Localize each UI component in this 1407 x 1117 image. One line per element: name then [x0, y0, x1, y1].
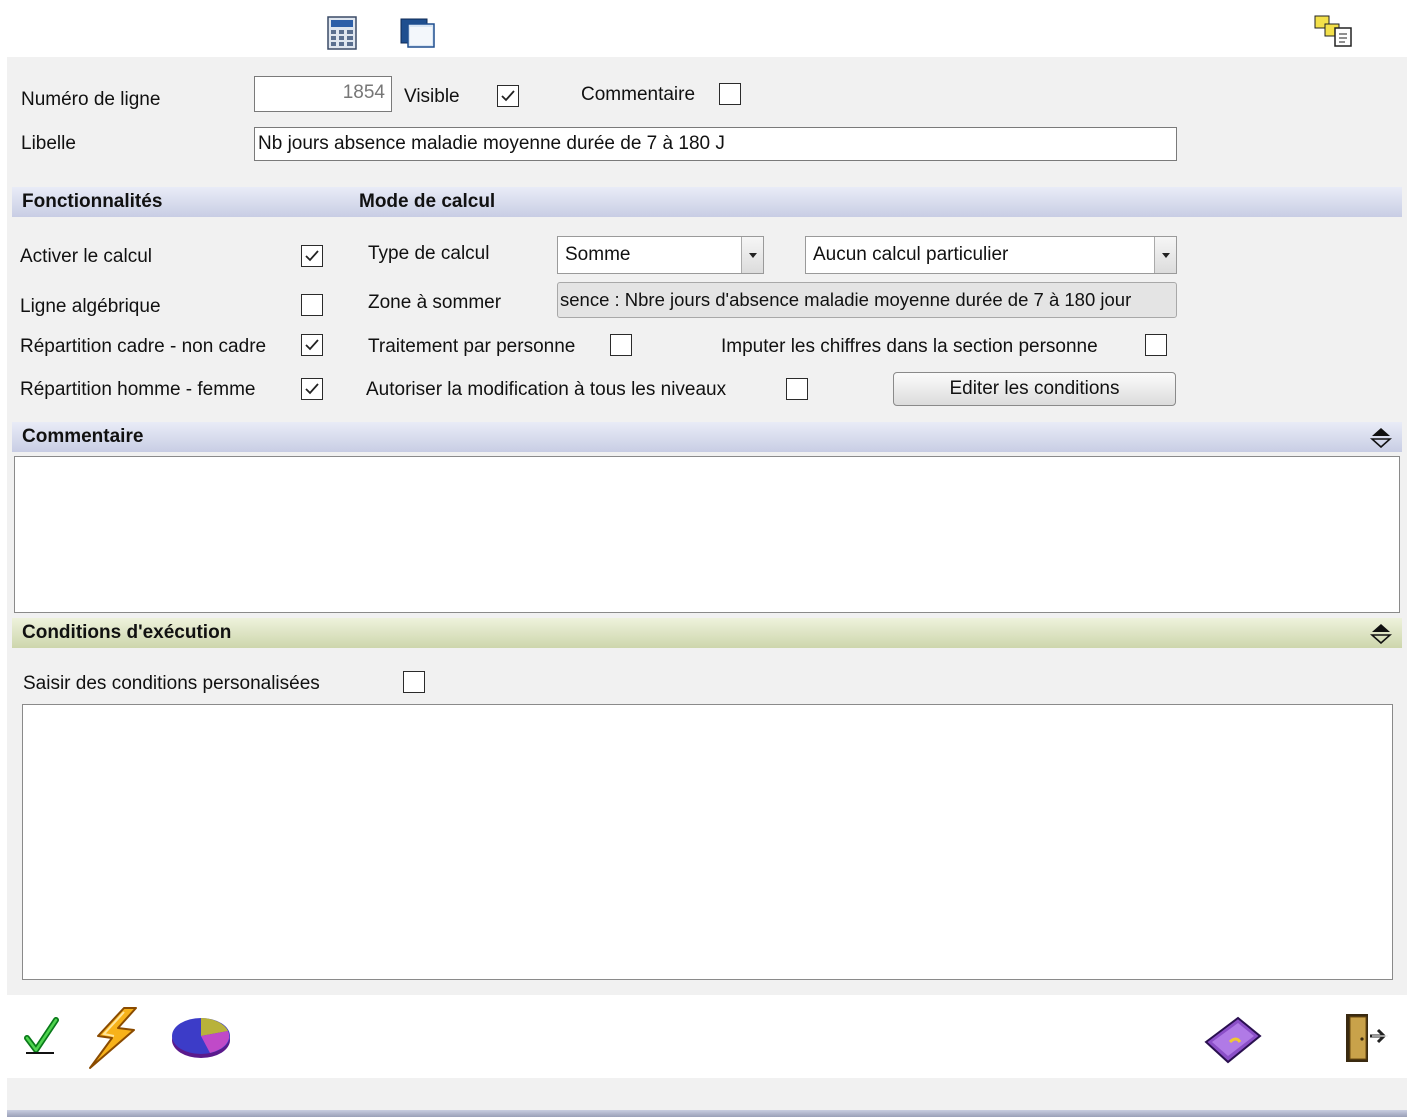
- zone-sommer-label: Zone à sommer: [368, 292, 502, 313]
- validate-check-icon[interactable]: [24, 1016, 60, 1056]
- comment-checkbox[interactable]: [719, 83, 741, 105]
- copy-icon[interactable]: [1313, 14, 1355, 50]
- activer-calcul-checkbox[interactable]: [301, 245, 323, 267]
- repartition-cadre-checkbox[interactable]: [301, 334, 323, 356]
- imputer-label: Imputer les chiffres dans la section per…: [721, 336, 1098, 357]
- line-number-input[interactable]: 1854: [254, 76, 392, 112]
- type-calcul-value: Somme: [565, 244, 631, 265]
- activer-calcul-label: Activer le calcul: [20, 246, 152, 267]
- pie-chart-icon[interactable]: [170, 1016, 232, 1060]
- conditions-header[interactable]: Conditions d'exécution: [12, 618, 1402, 648]
- comment-textarea[interactable]: [14, 456, 1400, 613]
- status-bar-bottom-edge: [7, 1110, 1407, 1117]
- conditions-textarea[interactable]: [22, 704, 1393, 980]
- traitement-label: Traitement par personne: [368, 336, 576, 357]
- comment-title: Commentaire: [22, 426, 144, 447]
- imputer-checkbox[interactable]: [1145, 334, 1167, 356]
- exit-door-icon[interactable]: [1344, 1012, 1392, 1064]
- edit-conditions-button[interactable]: Editer les conditions: [893, 372, 1176, 406]
- ligne-algebrique-label: Ligne algébrique: [20, 296, 161, 317]
- purple-book-icon[interactable]: [1202, 1014, 1264, 1066]
- traitement-checkbox[interactable]: [610, 334, 632, 356]
- collapse-toggle-icon[interactable]: [1369, 622, 1393, 645]
- calculator-icon[interactable]: [325, 16, 359, 50]
- chevron-down-icon[interactable]: [741, 237, 763, 273]
- calc-mode-title: Mode de calcul: [359, 191, 496, 212]
- visible-checkbox[interactable]: [497, 85, 519, 107]
- repartition-homme-label: Répartition homme - femme: [20, 379, 256, 400]
- visible-label: Visible: [404, 86, 460, 107]
- conditions-title: Conditions d'exécution: [22, 622, 232, 643]
- custom-conditions-checkbox[interactable]: [403, 671, 425, 693]
- comment-label: Commentaire: [581, 84, 696, 105]
- special-calcul-select[interactable]: Aucun calcul particulier: [805, 236, 1177, 274]
- type-calcul-select[interactable]: Somme: [557, 236, 764, 274]
- custom-conditions-label: Saisir des conditions personalisées: [23, 673, 320, 694]
- ligne-algebrique-checkbox[interactable]: [301, 294, 323, 316]
- features-title: Fonctionnalités: [22, 191, 163, 212]
- comment-header[interactable]: Commentaire: [12, 422, 1402, 452]
- lightning-icon[interactable]: [84, 1006, 142, 1070]
- collapse-toggle-icon[interactable]: [1369, 426, 1393, 449]
- window-icon[interactable]: [400, 17, 436, 49]
- chevron-down-icon[interactable]: [1154, 237, 1176, 273]
- line-number-label: Numéro de ligne: [21, 89, 161, 110]
- features-header: Fonctionnalités Mode de calcul: [12, 187, 1402, 217]
- libelle-input[interactable]: Nb jours absence maladie moyenne durée d…: [254, 127, 1177, 161]
- repartition-homme-checkbox[interactable]: [301, 378, 323, 400]
- type-calcul-label: Type de calcul: [368, 243, 490, 264]
- special-calcul-value: Aucun calcul particulier: [813, 244, 1009, 265]
- autoriser-label: Autoriser la modification à tous les niv…: [366, 379, 727, 400]
- autoriser-checkbox[interactable]: [786, 378, 808, 400]
- zone-sommer-field[interactable]: sence : Nbre jours d'absence maladie moy…: [557, 282, 1177, 318]
- repartition-cadre-label: Répartition cadre - non cadre: [20, 336, 267, 357]
- libelle-label: Libelle: [21, 133, 76, 154]
